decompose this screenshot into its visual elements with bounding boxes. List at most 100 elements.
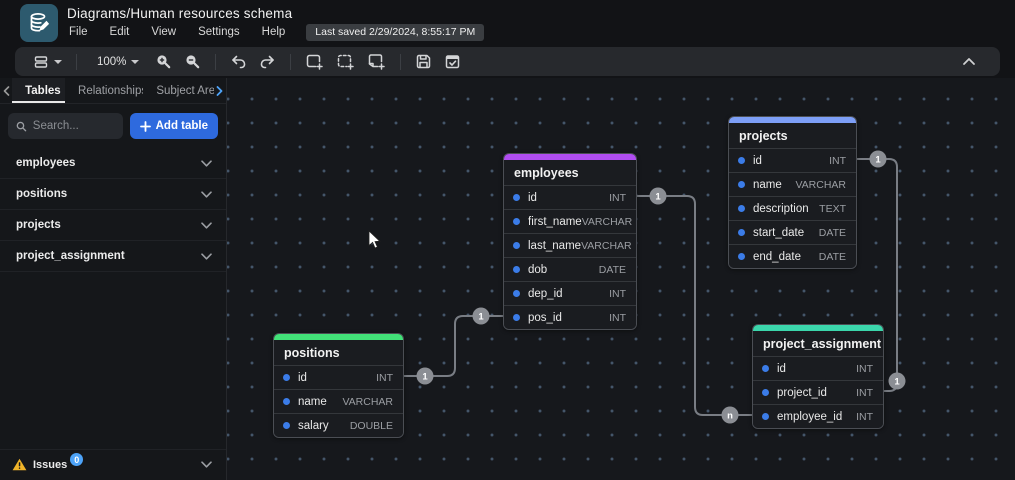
sidebar-item-label: projects [16, 219, 61, 231]
rows-icon [34, 55, 48, 68]
diagram-table-projects[interactable]: projects id INT name VARCHAR description TEXT s… [728, 116, 857, 269]
table-field-row[interactable]: pos_id INT [504, 305, 636, 329]
menu-item-view[interactable]: View [142, 24, 185, 40]
diagram-canvas[interactable]: 111n11 employees id INT first_name VARCHAR la… [227, 78, 1015, 480]
field-type: INT [856, 362, 873, 375]
add-table-tool-button[interactable] [299, 50, 330, 73]
table-field-row[interactable]: salary DOUBLE [274, 413, 403, 437]
field-type: INT [376, 371, 393, 384]
zoom-in-icon [157, 55, 171, 69]
field-type: INT [829, 154, 846, 167]
svg-text:1: 1 [894, 376, 900, 387]
table-field-row[interactable]: end_date DATE [729, 244, 856, 268]
add-table-button[interactable]: Add table [129, 113, 218, 139]
sidebar-item-project_assignment[interactable]: project_assignment [0, 241, 226, 272]
field-type: INT [609, 287, 626, 300]
field-type: DATE [598, 263, 626, 276]
table-field-row[interactable]: id INT [274, 365, 403, 389]
field-dot-icon [762, 413, 769, 420]
table-field-row[interactable]: first_name VARCHAR [504, 209, 636, 233]
field-dot-icon [738, 157, 745, 164]
field-type: INT [609, 311, 626, 324]
chevron-left-icon [3, 85, 9, 96]
menu-item-help[interactable]: Help [253, 24, 295, 40]
table-field-row[interactable]: id INT [729, 148, 856, 172]
field-type: VARCHAR [795, 178, 846, 191]
field-type: INT [856, 386, 873, 399]
menu-item-file[interactable]: File [67, 24, 97, 40]
sidebar-item-projects[interactable]: projects [0, 210, 226, 241]
database-pencil-icon [30, 13, 50, 32]
redo-icon [261, 55, 275, 68]
todo-button[interactable] [438, 50, 467, 73]
diagram-table-project_assignment[interactable]: project_assignment id INT project_id INT empl… [752, 324, 884, 429]
field-type: DATE [818, 226, 846, 239]
field-name: first_name [528, 215, 582, 228]
add-note-button[interactable] [361, 50, 392, 73]
table-field-row[interactable]: employee_id INT [753, 404, 883, 428]
table-field-row[interactable]: project_id INT [753, 380, 883, 404]
collapse-toolbar-button[interactable] [956, 54, 982, 69]
undo-icon [232, 55, 246, 68]
table-field-row[interactable]: id INT [753, 356, 883, 380]
field-type: DOUBLE [349, 419, 393, 432]
save-button[interactable] [409, 50, 438, 73]
table-field-row[interactable]: start_date DATE [729, 220, 856, 244]
field-name: id [298, 371, 307, 384]
table-field-row[interactable]: id INT [504, 185, 636, 209]
tab-subject-areas[interactable]: Subject Are [143, 78, 214, 103]
cardinality-label: 1 [472, 307, 490, 325]
undo-button[interactable] [224, 51, 253, 73]
table-field-row[interactable]: last_name VARCHAR [504, 233, 636, 257]
add-area-button[interactable] [330, 50, 361, 73]
tab-relationships[interactable]: Relationships [65, 78, 143, 103]
search-box[interactable] [8, 113, 123, 139]
tabs-scroll-right[interactable] [214, 78, 226, 103]
field-name: dob [528, 263, 548, 276]
add-table-icon [307, 54, 324, 70]
save-icon [417, 54, 431, 69]
table-field-row[interactable]: name VARCHAR [274, 389, 403, 413]
zoom-in-button[interactable] [149, 50, 178, 73]
tabs-scroll-left[interactable] [0, 78, 12, 103]
field-type: DATE [818, 250, 846, 263]
redo-button[interactable] [253, 51, 282, 73]
field-type: INT [856, 410, 873, 423]
menu-item-settings[interactable]: Settings [189, 24, 249, 40]
view-options-button[interactable] [27, 51, 68, 73]
search-input[interactable] [32, 120, 115, 132]
field-dot-icon [513, 242, 520, 249]
sidebar-tabs: Tables Relationships Subject Are [0, 78, 226, 104]
sidebar-item-label: positions [16, 188, 68, 200]
table-field-row[interactable]: dob DATE [504, 257, 636, 281]
table-field-row[interactable]: name VARCHAR [729, 172, 856, 196]
field-name: end_date [753, 250, 801, 263]
field-type: VARCHAR [581, 239, 632, 252]
table-title: employees [504, 160, 636, 185]
toolbar-separator [290, 53, 292, 70]
sidebar-item-positions[interactable]: positions [0, 179, 226, 210]
field-dot-icon [513, 290, 520, 297]
cardinality-label: 1 [416, 367, 434, 385]
page-title: Diagrams/Human resources schema [67, 5, 293, 21]
diagram-table-employees[interactable]: employees id INT first_name VARCHAR last_name… [503, 153, 637, 330]
sidebar-item-employees[interactable]: employees [0, 148, 226, 179]
issues-bar[interactable]: Issues 0 [0, 449, 226, 480]
zoom-level-dropdown[interactable]: 100% [91, 53, 145, 71]
table-field-row[interactable]: description TEXT [729, 196, 856, 220]
field-name: salary [298, 419, 329, 432]
field-name: last_name [528, 239, 582, 252]
svg-text:1: 1 [422, 371, 428, 382]
table-field-row[interactable]: dep_id INT [504, 281, 636, 305]
menubar: File Edit View Settings Help Last saved 2/29… [67, 23, 485, 41]
sidebar-item-label: project_assignment [16, 250, 125, 262]
add-note-icon [369, 54, 386, 70]
menu-item-edit[interactable]: Edit [101, 24, 139, 40]
diagram-table-positions[interactable]: positions id INT name VARCHAR salary DOUBLE [273, 333, 404, 438]
relationship-wire-positions-employees[interactable] [404, 315, 503, 377]
zoom-out-button[interactable] [178, 50, 207, 73]
field-dot-icon [513, 314, 520, 321]
sidebar: Tables Relationships Subject Are Add tab… [0, 78, 227, 480]
tab-tables[interactable]: Tables [12, 78, 66, 103]
field-name: description [753, 202, 809, 215]
